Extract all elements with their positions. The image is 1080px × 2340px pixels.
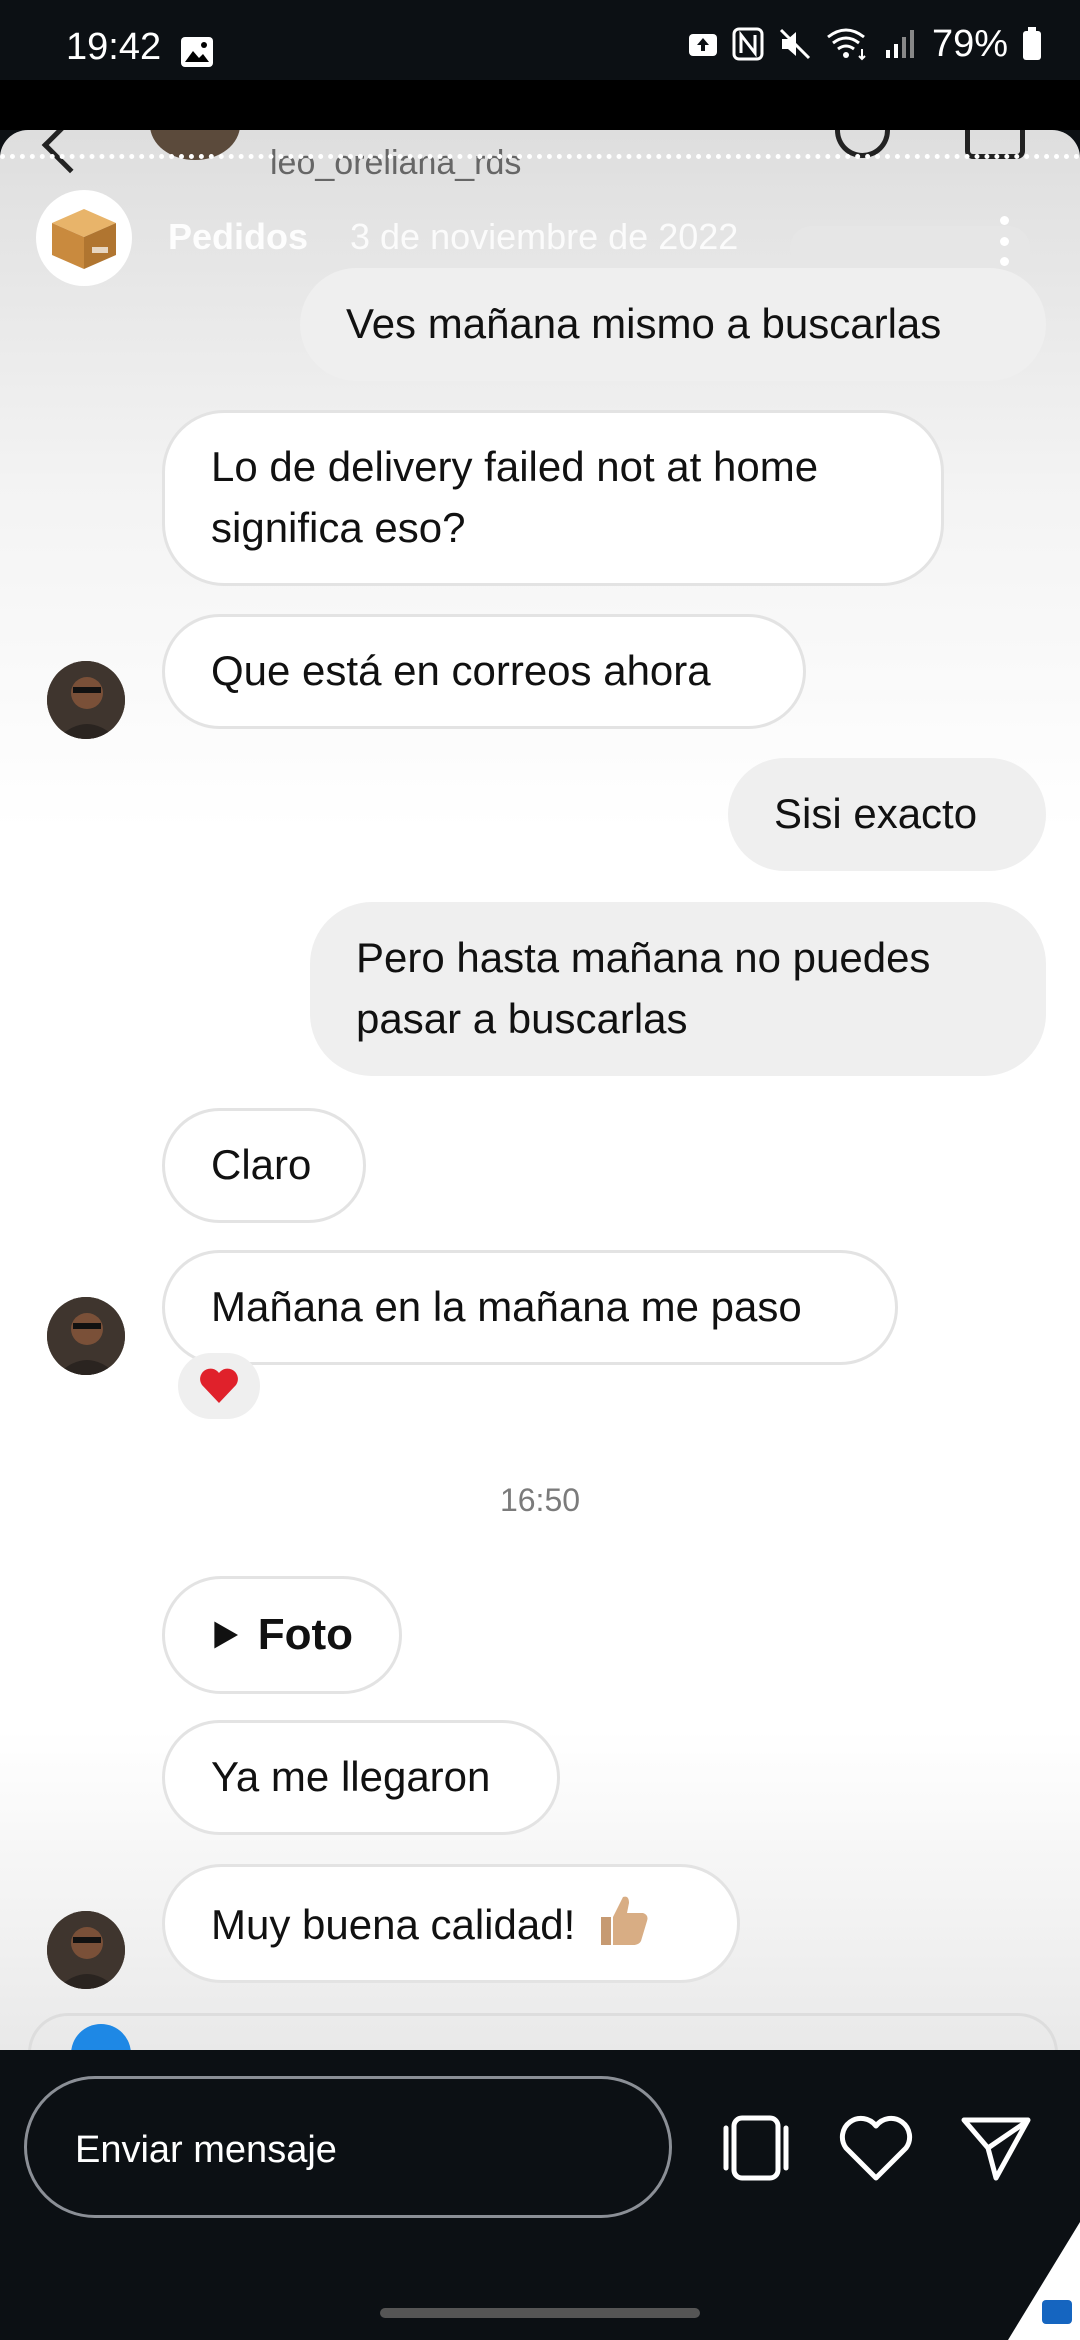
screenshot-corner-icon: [1008, 2222, 1080, 2340]
message-text: Que está en correos ahora: [211, 647, 711, 694]
wifi-icon: [827, 28, 866, 61]
message-out[interactable]: Sisi exacto: [728, 758, 1046, 871]
chat-screenshot-card: leo_oreliana_rds Pedidos 3 de noviembre …: [0, 130, 1080, 2050]
story-pill: [790, 226, 1030, 270]
camera-button: [71, 2024, 131, 2050]
message-out[interactable]: Pero hasta mañana no puedes pasar a busc…: [310, 902, 1046, 1076]
message-in[interactable]: Ya me llegaron: [162, 1720, 560, 1835]
message-out[interactable]: Ves mañana mismo a buscarlas: [300, 268, 1046, 381]
box-icon: [52, 209, 116, 269]
heart-reaction-icon: [200, 1368, 238, 1403]
media-label: Foto: [211, 1603, 353, 1667]
back-icon[interactable]: [41, 130, 99, 174]
message-text: Pero hasta mañana no puedes pasar a busc…: [356, 934, 931, 1042]
message-in[interactable]: Muy buena calidad!: [162, 1864, 740, 1983]
chat-composer-preview: [28, 2013, 1058, 2050]
story-label: Pedidos: [168, 216, 309, 257]
chat-timestamp: 16:50: [499, 1482, 581, 1518]
progress-dots: [0, 154, 1080, 159]
message-text: Ya me llegaron: [211, 1753, 491, 1800]
signal-icon: [885, 30, 914, 58]
message-text: Sisi exacto: [774, 790, 978, 837]
screen: 19:42 79% leo_oreliana_rds Pedidos 3 de …: [0, 0, 1080, 2340]
media-message[interactable]: Foto: [162, 1576, 402, 1694]
avatar-photo: [47, 1911, 125, 1989]
battery-icon: [1023, 27, 1041, 60]
message-text: Muy buena calidad!: [211, 1901, 576, 1948]
play-icon: [214, 1621, 239, 1649]
upload-icon: [688, 34, 717, 56]
thumbs-up-icon: [600, 1896, 648, 1945]
status-separator: [0, 80, 1080, 130]
battery-percent: 79%: [931, 22, 1008, 65]
avatar-photo: [47, 661, 125, 739]
story-date: 3 de noviembre de 2022: [350, 216, 739, 257]
story-avatar: [36, 190, 132, 286]
reels-icon[interactable]: [716, 2108, 796, 2188]
sender-avatar[interactable]: [47, 1911, 125, 1989]
header-username: leo_oreliana_rds: [270, 144, 522, 182]
message-in[interactable]: Que está en correos ahora: [162, 614, 806, 729]
status-bar: 19:42 79%: [0, 0, 1080, 80]
message-text: Mañana en la mañana me paso: [211, 1283, 802, 1330]
status-time: 19:42: [66, 26, 162, 68]
image-icon: [181, 37, 213, 67]
status-icons: 79%: [688, 22, 1042, 65]
sender-avatar[interactable]: [47, 1297, 125, 1375]
message-text: Ves mañana mismo a buscarlas: [346, 300, 942, 347]
media-text: Foto: [257, 1610, 353, 1659]
heart-icon[interactable]: [836, 2108, 916, 2188]
reaction-badge[interactable]: [178, 1353, 260, 1419]
reply-placeholder: Enviar mensaje: [75, 2129, 337, 2171]
send-icon[interactable]: [956, 2108, 1036, 2188]
message-in[interactable]: Mañana en la mañana me paso: [162, 1250, 898, 1365]
message-in[interactable]: Lo de delivery failed not at home signif…: [162, 410, 944, 586]
sender-avatar[interactable]: [47, 661, 125, 739]
more-icon[interactable]: [1000, 216, 1010, 266]
message-text: Claro: [211, 1141, 312, 1188]
reply-input[interactable]: Enviar mensaje: [24, 2076, 672, 2218]
avatar-photo: [47, 1297, 125, 1375]
mute-icon: [779, 28, 810, 60]
home-indicator[interactable]: [380, 2308, 700, 2318]
message-in[interactable]: Claro: [162, 1108, 366, 1223]
nfc-icon: [732, 27, 764, 61]
message-text: Lo de delivery failed not at home signif…: [211, 443, 819, 551]
